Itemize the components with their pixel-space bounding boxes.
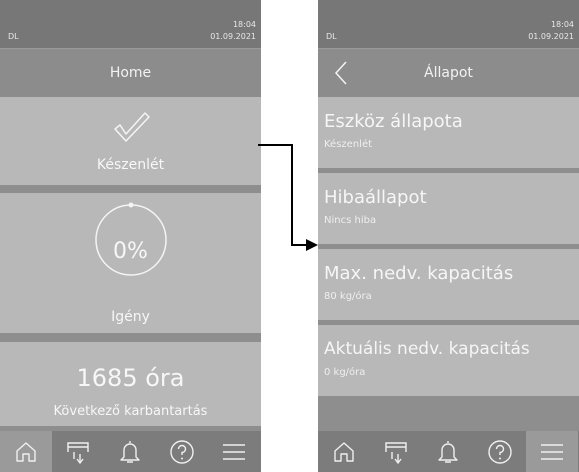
item-title: Aktuális nedv. kapacitás (324, 339, 530, 359)
item-title: Eszköz állapota (324, 111, 463, 132)
user-label: DL (326, 32, 337, 41)
item-subtitle: 80 kg/óra (324, 291, 372, 302)
list-item[interactable]: Eszköz állapota Készenlét (318, 97, 579, 168)
nav-menu[interactable] (526, 431, 578, 472)
title-bar: Állapot (318, 48, 579, 97)
page-title: Állapot (424, 65, 473, 81)
home-icon (334, 441, 354, 462)
status-screen: DL 18:04 01.09.2021 Állapot Eszköz állap… (318, 0, 579, 472)
item-title: Hibaállapot (324, 187, 427, 208)
list-item[interactable]: Hibaállapot Nincs hiba (318, 173, 579, 244)
nav-unit[interactable] (370, 431, 422, 472)
nav-alerts[interactable] (422, 431, 474, 472)
list-item[interactable]: Max. nedv. kapacitás 80 kg/óra (318, 249, 579, 320)
list-item[interactable]: Aktuális nedv. kapacitás 0 kg/óra (318, 325, 579, 396)
nav-help[interactable] (474, 431, 526, 472)
clock-date: 01.09.2021 (528, 32, 574, 41)
bell-icon (438, 440, 458, 463)
menu-icon (541, 443, 563, 460)
nav-home[interactable] (318, 431, 370, 472)
item-title: Max. nedv. kapacitás (324, 263, 514, 284)
clock-time: 18:04 (550, 20, 574, 29)
item-subtitle: 0 kg/óra (324, 367, 366, 378)
bottom-nav (318, 431, 579, 472)
item-subtitle: Készenlét (324, 139, 373, 150)
help-icon (488, 439, 512, 464)
item-subtitle: Nincs hiba (324, 215, 377, 226)
unit-icon (385, 441, 407, 464)
status-bar: DL 18:04 01.09.2021 (318, 0, 579, 48)
